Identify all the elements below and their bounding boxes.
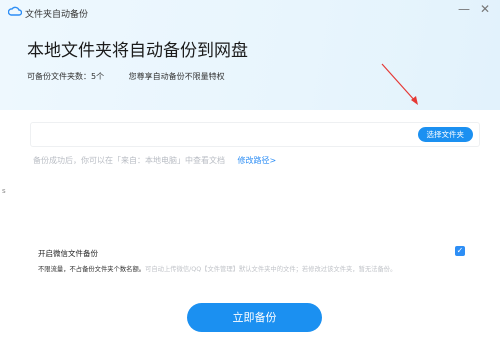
minimize-button[interactable]: — bbox=[458, 2, 470, 16]
red-arrow-annotation-icon bbox=[381, 63, 418, 105]
backup-hint-text: 备份成功后，你可以在「来自：本地电脑」中查看文档 bbox=[33, 156, 225, 165]
wechat-backup-checkbox[interactable]: ✓ bbox=[455, 246, 465, 256]
page-title: 本地文件夹将自动备份到网盘 bbox=[27, 41, 248, 61]
select-folder-button[interactable]: 选择文件夹 bbox=[417, 127, 473, 142]
wechat-desc-bold: 不限流量，不占备份文件夹个数名额。 bbox=[38, 266, 146, 273]
side-mark-text: s bbox=[2, 187, 6, 195]
cloud-sync-icon bbox=[8, 6, 22, 16]
folder-count-label: 可备份文件夹数：5个 bbox=[27, 72, 105, 81]
backup-now-button[interactable]: 立即备份 bbox=[187, 303, 322, 332]
backup-hint: 备份成功后，你可以在「来自：本地电脑」中查看文档 修改路径> bbox=[33, 155, 276, 166]
window-title: 文件夹自动备份 bbox=[25, 10, 89, 20]
modify-path-link[interactable]: 修改路径> bbox=[238, 156, 277, 165]
close-button[interactable]: ✕ bbox=[480, 2, 490, 16]
wechat-backup-title: 开启微信文件备份 bbox=[38, 249, 98, 258]
promo-text: 您尊享自动备份不限量特权 bbox=[128, 72, 225, 81]
folder-path-input[interactable]: 选择文件夹 bbox=[30, 122, 480, 147]
header-subline: 可备份文件夹数：5个 您尊享自动备份不限量特权 bbox=[27, 71, 225, 82]
wechat-desc-rest: 可自动上传微信/QQ【文件管理】默认文件夹中的文件；若修改过该文件夹，暂无法备份… bbox=[145, 266, 397, 273]
wechat-backup-description: 不限流量，不占备份文件夹个数名额。可自动上传微信/QQ【文件管理】默认文件夹中的… bbox=[38, 264, 396, 273]
